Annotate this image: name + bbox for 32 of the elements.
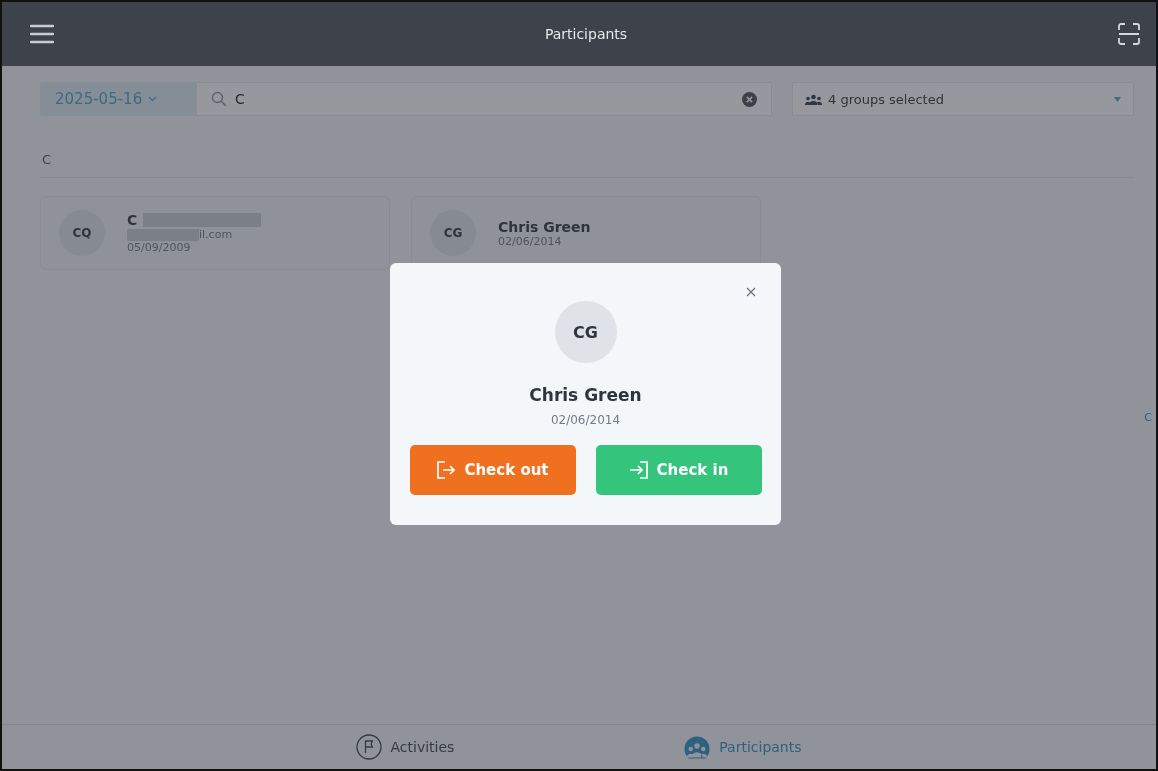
search-field[interactable]: C bbox=[196, 82, 772, 116]
scan-icon[interactable] bbox=[1118, 23, 1140, 45]
participant-card[interactable]: CQ C il.com 05/09/2009 bbox=[40, 196, 390, 270]
nav-tab[interactable]: Participants bbox=[677, 725, 808, 769]
menu-icon[interactable] bbox=[30, 24, 54, 44]
close-icon[interactable] bbox=[746, 287, 756, 297]
check-out-button[interactable]: Check out bbox=[409, 445, 576, 495]
avatar: CG bbox=[430, 210, 476, 256]
participant-birthdate: 02/06/2014 bbox=[498, 234, 563, 248]
participant-name: Chris Green bbox=[498, 218, 591, 235]
exit-icon bbox=[436, 461, 457, 479]
participant-birthdate: 02/06/2014 bbox=[550, 413, 621, 427]
section-letter: C bbox=[41, 151, 53, 167]
participant-name: C bbox=[127, 212, 138, 228]
avatar: CG bbox=[554, 301, 617, 363]
check-in-button[interactable]: Check in bbox=[595, 445, 762, 495]
participant-name: Chris Green bbox=[529, 385, 642, 405]
search-icon bbox=[211, 91, 227, 107]
people-icon bbox=[805, 93, 822, 105]
avatar: CQ bbox=[59, 210, 105, 256]
participant-email: il.com bbox=[199, 228, 233, 241]
group-icon bbox=[683, 735, 712, 759]
participant-birthdate: 05/09/2009 bbox=[127, 241, 192, 254]
page-title: Participants bbox=[544, 26, 628, 42]
nav-tab[interactable]: Activities bbox=[350, 725, 461, 769]
flag-icon bbox=[356, 734, 383, 760]
enter-icon bbox=[628, 461, 649, 479]
clear-icon[interactable] bbox=[742, 91, 757, 107]
chevron-down-icon bbox=[148, 96, 158, 102]
caret-icon bbox=[1114, 96, 1121, 102]
group-dropdown[interactable]: 4 groups selected bbox=[792, 82, 1134, 116]
index-letter[interactable]: C bbox=[1144, 411, 1152, 424]
